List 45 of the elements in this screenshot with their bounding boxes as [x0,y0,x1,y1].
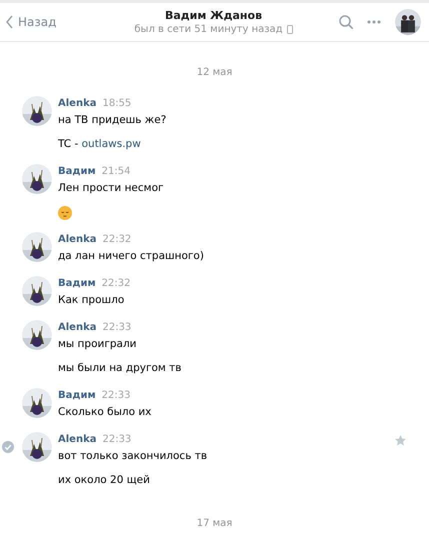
message-time: 22:32 [102,277,130,291]
avatar[interactable] [22,388,52,418]
author-name[interactable]: Alenka [58,432,96,448]
message-text: мы были на другом тв [58,361,182,376]
message-text: их около 20 щей [58,473,151,488]
author-name[interactable]: Alenka [58,96,96,112]
avatar[interactable] [22,432,52,462]
message-text: Как прошло [58,293,126,308]
search-icon[interactable] [339,15,353,29]
author-name[interactable]: Вадим [58,164,96,180]
last-seen-status: был в сети 51 минуту назад [134,24,283,35]
message-text: TC - outlaws.pw [58,137,142,152]
sad-face-icon [58,206,72,220]
phone-icon [286,25,293,34]
date-divider: 17 мая [196,518,232,529]
chevron-left-icon [6,15,13,29]
avatar[interactable] [395,9,421,35]
message-text: Лен прости несмог [58,181,164,196]
avatar[interactable] [22,164,52,194]
avatar[interactable] [22,320,52,350]
avatar[interactable] [22,232,52,262]
message-time: 22:33 [102,389,130,403]
more-icon[interactable] [367,20,381,24]
link[interactable]: outlaws.pw [82,138,141,150]
message-text: Сколько было их [58,405,152,420]
checkmark-icon[interactable] [2,441,14,453]
author-name[interactable]: Вадим [58,276,96,292]
message-time: 22:32 [102,233,132,247]
contact-name[interactable]: Вадим Жданов [164,9,262,22]
avatar[interactable] [22,276,52,306]
author-name[interactable]: Вадим [58,388,96,404]
message-text: да лан ничего страшного) [58,249,204,264]
message-text: на ТВ придешь же? [58,113,166,128]
message-time: 18:55 [102,97,132,111]
avatar[interactable] [22,96,52,126]
message-text: мы проиграли [58,337,138,352]
back-button[interactable]: Назад [6,15,96,29]
date-divider: 12 мая [196,67,232,78]
star-icon[interactable] [395,435,406,446]
author-name[interactable]: Alenka [58,320,96,336]
author-name[interactable]: Alenka [58,232,96,248]
message-time: 21:54 [102,165,130,179]
message-time: 22:33 [102,321,132,335]
message-time: 22:33 [102,433,132,447]
message-text: вот только закончилось тв [58,449,208,464]
